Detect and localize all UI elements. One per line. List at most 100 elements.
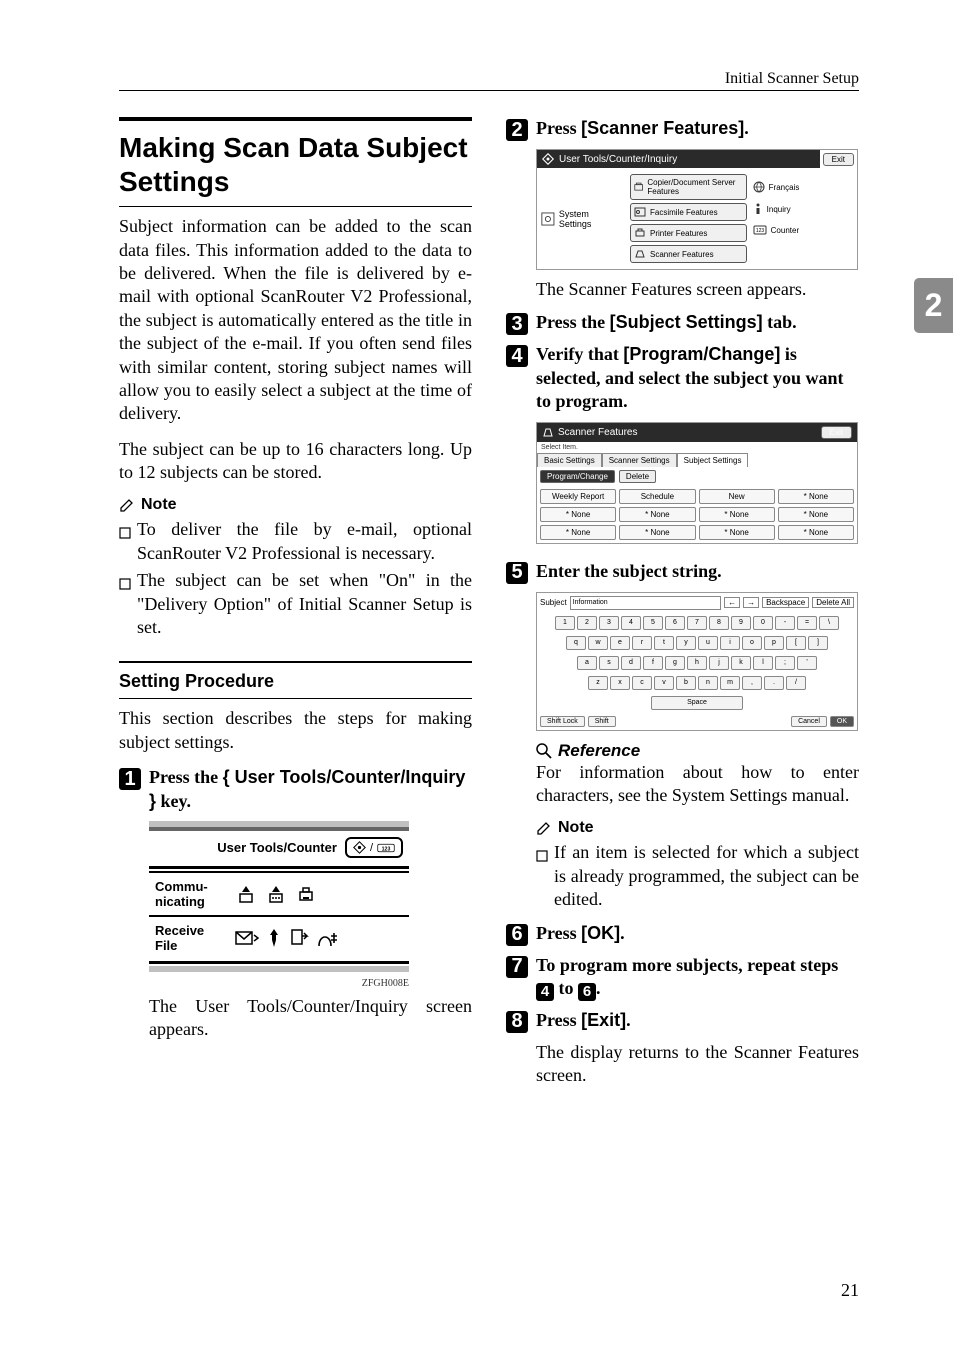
kb-input-field[interactable]: Information: [570, 596, 721, 610]
sf-cell[interactable]: * None: [619, 525, 695, 540]
ut-fax-btn[interactable]: Facsimile Features: [630, 203, 747, 221]
kb-key[interactable]: -: [775, 616, 795, 630]
kb-key[interactable]: x: [610, 676, 630, 690]
kb-key[interactable]: g: [665, 656, 685, 670]
kb-key[interactable]: s: [599, 656, 619, 670]
kb-key[interactable]: 2: [577, 616, 597, 630]
side-tab: 2: [914, 278, 953, 333]
kb-key[interactable]: p: [764, 636, 784, 650]
sf-exit-btn[interactable]: Exit: [821, 426, 852, 439]
kb-key[interactable]: k: [731, 656, 751, 670]
left-column: Making Scan Data Subject Settings Subjec…: [119, 117, 472, 1097]
kb-key[interactable]: 6: [665, 616, 685, 630]
kb-space[interactable]: Space: [651, 696, 743, 710]
kb-key[interactable]: /: [786, 676, 806, 690]
key-panel-illustration: User Tools/Counter / 123 Commu- nicating: [149, 821, 409, 972]
ut-exit-btn[interactable]: Exit: [823, 153, 854, 166]
kb-key[interactable]: 8: [709, 616, 729, 630]
kb-key[interactable]: c: [632, 676, 652, 690]
kb-key[interactable]: h: [687, 656, 707, 670]
ut-francais[interactable]: Français: [753, 181, 817, 193]
sf-program-change[interactable]: Program/Change: [540, 470, 615, 483]
kb-delete-all[interactable]: Delete All: [812, 597, 854, 608]
tray-up-dots-icon: [265, 884, 287, 904]
step-1: 1 Press the { User Tools/Counter/Inquiry…: [119, 766, 472, 813]
sf-cell[interactable]: * None: [699, 525, 775, 540]
sf-cell[interactable]: * None: [699, 507, 775, 522]
kb-key[interactable]: v: [654, 676, 674, 690]
kb-backspace[interactable]: Backspace: [762, 597, 809, 608]
kb-key[interactable]: .: [764, 676, 784, 690]
step-2-text: Press [Scanner Features].: [536, 117, 749, 141]
kb-key[interactable]: i: [720, 636, 740, 650]
kb-key[interactable]: 5: [643, 616, 663, 630]
sf-tab-basic[interactable]: Basic Settings: [537, 453, 602, 467]
kb-key[interactable]: ;: [775, 656, 795, 670]
globe-icon: [753, 181, 765, 193]
kb-key[interactable]: d: [621, 656, 641, 670]
ut-system-settings[interactable]: System Settings: [537, 168, 627, 269]
kb-shiftlock[interactable]: Shift Lock: [540, 716, 585, 727]
kb-left-arrow[interactable]: ←: [724, 597, 740, 608]
sf-cell[interactable]: Schedule: [619, 489, 695, 504]
kb-right-arrow[interactable]: →: [743, 597, 759, 608]
kb-key[interactable]: 1: [555, 616, 575, 630]
sf-cell[interactable]: * None: [540, 507, 616, 522]
sf-cell[interactable]: Weekly Report: [540, 489, 616, 504]
sf-tab-subject[interactable]: Subject Settings: [677, 453, 749, 467]
kb-key[interactable]: 4: [621, 616, 641, 630]
kb-key[interactable]: e: [610, 636, 630, 650]
sf-tabs: Basic Settings Scanner Settings Subject …: [537, 453, 857, 467]
kb-key[interactable]: m: [720, 676, 740, 690]
sf-cell[interactable]: New: [699, 489, 775, 504]
kb-key[interactable]: =: [797, 616, 817, 630]
sf-cell[interactable]: * None: [778, 507, 854, 522]
kb-key[interactable]: r: [632, 636, 652, 650]
ut-scanner-btn[interactable]: Scanner Features: [630, 245, 747, 263]
sf-cell[interactable]: * None: [619, 507, 695, 522]
kb-key[interactable]: 7: [687, 616, 707, 630]
ut-printer-btn[interactable]: Printer Features: [630, 224, 747, 242]
kb-cancel[interactable]: Cancel: [791, 716, 827, 727]
kb-key[interactable]: u: [698, 636, 718, 650]
step-1-post: key.: [156, 791, 191, 811]
note-item-2: The subject can be set when "On" in the …: [119, 569, 472, 639]
kb-key[interactable]: t: [654, 636, 674, 650]
ut-inq: Inquiry: [767, 205, 791, 214]
kb-key[interactable]: o: [742, 636, 762, 650]
sf-title: Scanner Features: [558, 427, 638, 438]
ut-copier-btn[interactable]: Copier/Document Server Features: [630, 174, 747, 200]
kb-key[interactable]: f: [643, 656, 663, 670]
kb-key[interactable]: b: [676, 676, 696, 690]
kb-key[interactable]: ]: [808, 636, 828, 650]
sf-cell[interactable]: * None: [540, 525, 616, 540]
kb-key[interactable]: ,: [742, 676, 762, 690]
kb-key[interactable]: [: [786, 636, 806, 650]
sf-cell[interactable]: * None: [778, 525, 854, 540]
sf-tab-scanner[interactable]: Scanner Settings: [602, 453, 677, 467]
kb-key[interactable]: 3: [599, 616, 619, 630]
ut-counter[interactable]: 123Counter: [753, 225, 817, 235]
kb-key[interactable]: l: [753, 656, 773, 670]
kb-key[interactable]: \: [819, 616, 839, 630]
kb-key[interactable]: n: [698, 676, 718, 690]
step-6-key: [OK]: [581, 923, 620, 943]
sf-cell[interactable]: * None: [778, 489, 854, 504]
kb-key[interactable]: z: [588, 676, 608, 690]
kb-key[interactable]: ': [797, 656, 817, 670]
kb-ok[interactable]: OK: [830, 716, 854, 727]
note2-item-1: If an item is selected for which a subje…: [536, 841, 859, 911]
step-6-pre: Press: [536, 923, 581, 943]
kb-key[interactable]: 0: [753, 616, 773, 630]
kb-key[interactable]: q: [566, 636, 586, 650]
tray-up-icon: [235, 884, 257, 904]
kb-key[interactable]: 9: [731, 616, 751, 630]
step-8-pre: Press: [536, 1010, 581, 1030]
kb-key[interactable]: j: [709, 656, 729, 670]
kb-key[interactable]: w: [588, 636, 608, 650]
sf-delete[interactable]: Delete: [619, 470, 656, 483]
kb-key[interactable]: a: [577, 656, 597, 670]
ut-inquiry[interactable]: Inquiry: [753, 203, 817, 215]
kb-key[interactable]: y: [676, 636, 696, 650]
kb-shift[interactable]: Shift: [588, 716, 616, 727]
